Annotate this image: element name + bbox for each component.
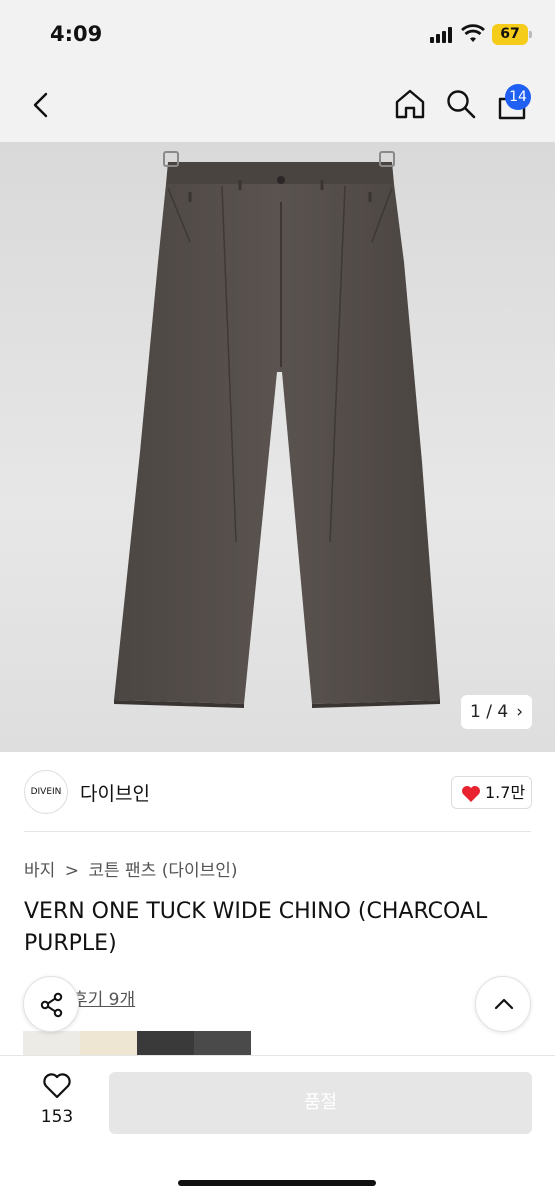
soldout-button[interactable]: 품절 [109,1072,532,1134]
product-image [114,151,440,708]
chevron-up-icon [494,998,514,1010]
status-time: 4:09 [50,22,103,46]
color-swatches [23,1031,251,1055]
swatch-4[interactable] [194,1031,251,1055]
brand-logo[interactable]: DIVEIN [24,770,68,814]
wish-count: 153 [40,1107,74,1127]
signal-icon [430,27,456,43]
scroll-top-button[interactable] [475,976,531,1032]
image-counter[interactable]: 1 / 4 › [461,695,532,729]
wish-button[interactable] [28,1072,86,1104]
battery-icon: 67 [492,24,528,45]
cart-count-badge: 14 [505,84,531,110]
brand-name[interactable]: 다이브인 [80,779,150,806]
battery-tip [529,31,532,38]
breadcrumb: 바지 > 코튼 팬츠 (다이브인) [24,856,242,881]
divider [24,831,531,832]
heart-filled-icon [462,786,480,802]
nav-bar [0,70,555,142]
product-title: VERN ONE TUCK WIDE CHINO (CHARCOAL PURPL… [24,899,488,956]
home-icon[interactable] [394,88,426,120]
image-counter-text: 1 / 4 [470,702,509,722]
share-icon [40,992,63,1018]
brand-row: DIVEIN 다이브인 1.7만 [0,752,555,832]
review-link[interactable]: 후기 9개 [72,985,135,1010]
swatch-1[interactable] [23,1031,80,1055]
back-arrow-icon[interactable] [30,92,52,118]
breadcrumb-category[interactable]: 바지 [24,861,55,881]
wifi-icon [461,24,485,42]
brand-like-count: 1.7만 [485,783,526,802]
heart-outline-icon [43,1073,71,1099]
product-image-gallery[interactable] [0,142,555,752]
home-indicator [178,1180,376,1186]
status-bar: 4:09 67 [0,0,555,70]
brand-like-button[interactable]: 1.7만 [451,776,532,809]
breadcrumb-separator: > [64,861,79,881]
breadcrumb-subcategory[interactable]: 코튼 팬츠 (다이브인) [88,861,237,881]
swatch-3[interactable] [137,1031,194,1055]
chevron-right-icon: › [516,702,523,722]
share-button[interactable] [23,976,79,1032]
search-icon[interactable] [446,89,476,119]
swatch-2[interactable] [80,1031,137,1055]
